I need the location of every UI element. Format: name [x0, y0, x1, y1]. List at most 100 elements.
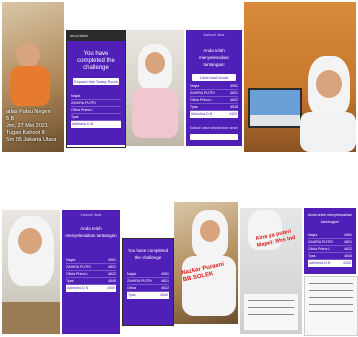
list-item: Olivia 4622 [127, 285, 169, 292]
photo-girl-desk: Nazkar Puraeni BB SOLEK [174, 202, 238, 324]
list-item: Nayla 4951 [308, 232, 352, 239]
photo-girl-phone [126, 30, 184, 146]
student-body [300, 112, 356, 152]
row-name: Tyas [66, 279, 74, 283]
row-name: ZAHIRA PUTRI [308, 240, 333, 244]
photo-girl-reading [2, 210, 60, 334]
notebook-line [248, 314, 294, 315]
row-name: Nayla [127, 272, 137, 276]
row-score: 4400 [343, 261, 351, 265]
row-score: 4545 [344, 254, 352, 258]
row-name: Nayla [308, 233, 318, 237]
list-item: Tyas 4545 [190, 104, 238, 111]
list-item-label: Olivia Prima L [71, 108, 94, 112]
list-item: ZAHIRA PUTRI 4821 [127, 278, 169, 285]
list-item-label: Adhistira D.N [72, 122, 94, 126]
list-item: ZAHIRA PUTRI 4821 [66, 264, 116, 271]
student-face [145, 52, 165, 74]
row-score: 4821 [344, 240, 352, 244]
row-score: 4545 [108, 279, 116, 283]
panel-ranking: Nayla 4951 ZAHIRA PUTRI 4821 Olivia Prima … [308, 232, 352, 267]
row-name: Tyas [190, 105, 198, 109]
worksheet-line [309, 304, 353, 305]
panel-heading: Anda telah menyelesaikan tantangan! [307, 213, 353, 224]
worksheet-line [309, 283, 353, 284]
list-item: Olivia Prima L [71, 107, 121, 114]
row-name: Tyas [308, 254, 316, 258]
list-item: ZAHIRA PUTRI 4821 [190, 90, 238, 97]
row-score: 4821 [108, 265, 116, 269]
row-name: Adhistira D.N [67, 286, 89, 290]
browser-bar: about:blank [67, 31, 125, 41]
tablet-results-button[interactable]: Lihat hasil Anda [192, 74, 236, 81]
caption-line: Tugas Kahoot 8 [6, 130, 45, 136]
row-score: 4400 [107, 286, 115, 290]
row-name: Nayla [190, 84, 200, 88]
row-name: Olivia Prima L [308, 247, 331, 251]
list-item-label: Nayla [71, 94, 81, 98]
row-name: Nayla [66, 258, 76, 262]
row-name: Tyas [128, 293, 136, 297]
kahoot-result-panel: Anda telah menyelesaikan tantangan! Nayl… [304, 208, 356, 274]
list-item: Olivia Prima L 4622 [308, 246, 352, 253]
row-score: 4951 [161, 272, 169, 276]
challenge-title: You have completed the challenge [127, 248, 169, 260]
row-score: 4622 [344, 247, 352, 251]
phone-screenshot-challenge-2: You have completed the challenge Nayla 49… [122, 238, 174, 326]
list-item: Adhistira D.N 4400 [190, 111, 238, 118]
row-score: 4400 [229, 112, 237, 116]
tablet-heading: Anda telah menyelesaikan tantangan! [198, 48, 230, 67]
list-item: Tyas 4545 [308, 253, 352, 260]
row-score: 4951 [344, 233, 352, 237]
worksheet-line [309, 290, 353, 291]
row-score: 4622 [108, 272, 116, 276]
caption-line: 5 B [6, 116, 15, 122]
list-item: Adhistira D.N [71, 121, 121, 128]
laptop-screen [250, 90, 300, 116]
student-face [200, 220, 220, 242]
list-item: Tyas 4545 [66, 278, 116, 285]
ranking-list: Nayla ZAHIRA PUTRI Olivia Prima L Tyas A… [71, 93, 121, 128]
phone-ranking: Nayla 4951 ZAHIRA PUTRI 4821 Olivia Prima … [66, 257, 116, 292]
tablet-title: Kahoot! Jeda [203, 33, 225, 37]
challenge-panel: You have completed the challenge Expand … [67, 41, 125, 145]
tablet-footer: Kahoot! untuk sekolah dan rumah [190, 126, 238, 130]
list-item: Olivia Prima L 4622 [190, 97, 238, 104]
list-item: Olivia Prima L 4622 [66, 271, 116, 278]
phone-heading: Anda telah menyelesaikan tantangan [65, 226, 117, 238]
photo-girl-writing: Aina ya puteri Mapel: Bhs Ind [240, 208, 302, 334]
list-item-label: Tyas [71, 115, 79, 119]
student-face [316, 70, 342, 98]
list-item: Tyas [71, 114, 121, 121]
row-name: ZAHIRA PUTRI [66, 265, 91, 269]
tablet-input-bar [190, 134, 238, 140]
row-name: Olivia Prima L [190, 98, 213, 102]
row-name: ZAHIRA PUTRI [127, 279, 152, 283]
list-item: Nayla 4951 [190, 83, 238, 90]
results-button[interactable]: Expand this Today Score [73, 78, 119, 85]
row-name: Adhistira D.N [309, 261, 331, 265]
phone-title: Kahoot! Jeda [80, 213, 102, 217]
list-item: Nayla 4951 [66, 257, 116, 264]
student-face [18, 228, 42, 254]
challenge-title: You have completed the challenge [77, 51, 115, 71]
list-item: Nayla 4951 [127, 271, 169, 278]
list-item-label: ZAHIRA PUTRI [71, 101, 96, 105]
challenge-panel: You have completed the challenge Nayla 49… [123, 239, 173, 325]
list-item: ZAHIRA PUTRI 4821 [308, 239, 352, 246]
row-score: 4622 [161, 286, 169, 290]
phone-screenshot-kahoot-id: Kahoot! Jeda Anda telah menyelesaikan ta… [62, 210, 120, 334]
row-score: 4821 [230, 91, 238, 95]
ranking-list: Nayla 4951 ZAHIRA PUTRI 4821 Olivia 4622 Ty… [127, 271, 169, 299]
caption-line: Jmi, 27 Mei 2021 [6, 123, 48, 129]
worksheet-line [309, 297, 353, 298]
tablet-screenshot-kahoot: Kahoot! Jeda Anda telah menyelesaikan ta… [186, 30, 242, 146]
notebook [244, 294, 298, 330]
phone-screenshot-challenge: about:blank You have completed the chall… [66, 30, 126, 148]
student-shirt [10, 66, 50, 106]
notebook-line [248, 300, 294, 301]
photo-boy-student: atlas Palsu Negeri 5 B Jmi, 27 Mei 2021 … [2, 2, 64, 152]
row-score: 4545 [160, 293, 168, 297]
row-score: 4821 [161, 279, 169, 283]
laptop [248, 88, 302, 128]
